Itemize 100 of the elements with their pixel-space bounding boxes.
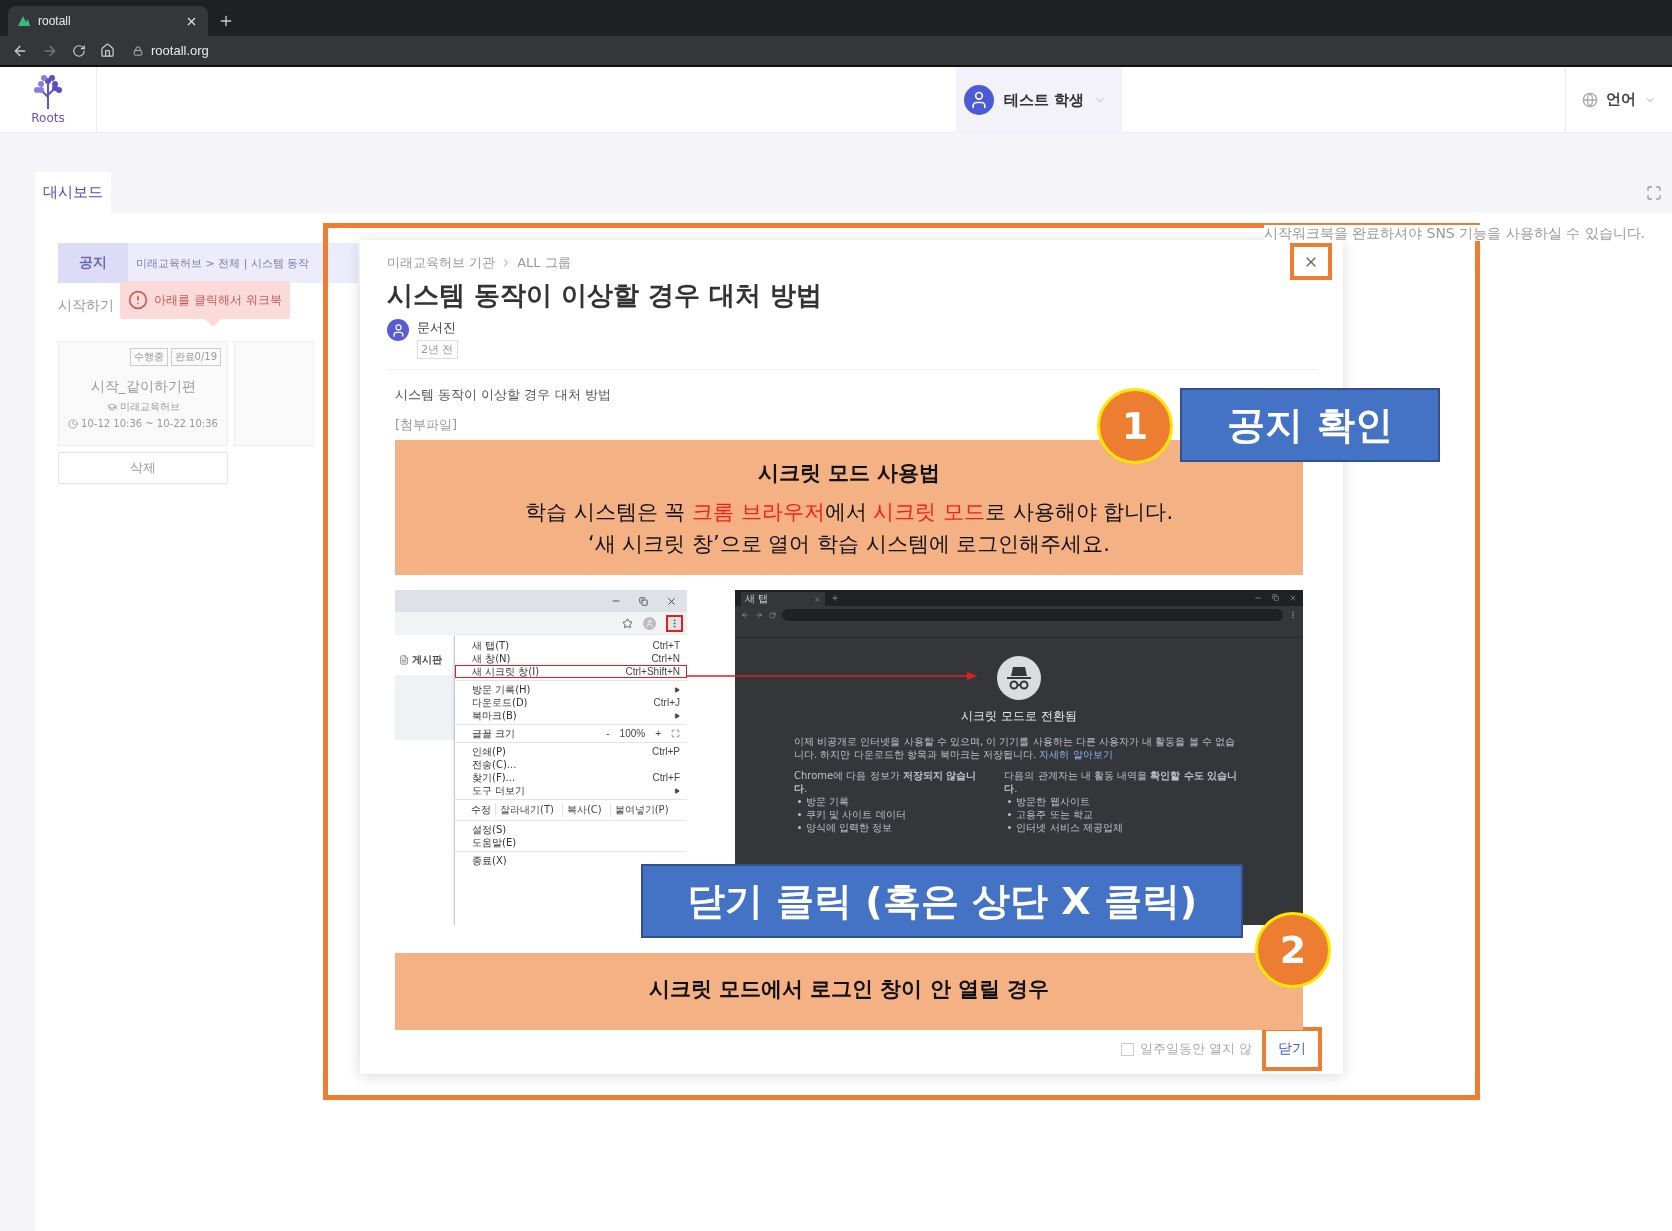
clock-icon	[68, 418, 79, 429]
board-icon	[399, 655, 409, 665]
close-button[interactable]: 닫기	[1262, 1027, 1322, 1071]
status-badge: 완료0/19	[170, 348, 221, 366]
restore-icon	[639, 596, 648, 606]
url-text[interactable]: rootall.org	[151, 43, 209, 58]
shortcut-text: Ctrl+T	[652, 640, 680, 651]
guide-heading: 시크릿 모드에서 로그인 창이 안 열릴 경우	[648, 975, 1050, 1003]
edit-action[interactable]: 붙여넣기(P)	[609, 803, 673, 817]
incognito-intro: 이제 비공개로 인터넷을 사용할 수 있으며, 이 기기를 사용하는 다른 사용자가 내 활동을 볼 수 없습니다. 하지만 다운로드한 항목과 북마크는 저장됩니다. 자세히 알아보기	[794, 735, 1236, 761]
list-item: 방문한 웹사이트	[1016, 795, 1090, 808]
lock-icon	[133, 45, 143, 56]
page-background	[395, 675, 454, 740]
menu-item[interactable]: 전송(C)...	[455, 758, 687, 771]
minimize-icon	[1254, 594, 1262, 602]
alert-icon	[128, 290, 148, 310]
card-org: 미래교육허브	[119, 400, 180, 414]
dashboard-tab[interactable]: 대시보드	[35, 172, 111, 213]
board-label: 게시판	[412, 653, 442, 667]
browser-tab[interactable]: rootall	[8, 6, 208, 36]
close-icon	[666, 595, 677, 607]
edit-action[interactable]: 잘라내기(T)	[495, 803, 558, 817]
time-badge: 2년 전	[417, 340, 458, 359]
callout-label: 닫기 클릭 (혹은 상단 X 클릭)	[641, 864, 1243, 938]
menu-label: 수정	[471, 803, 491, 817]
reload-icon[interactable]	[72, 43, 86, 58]
menu-item[interactable]: 종료(X)	[455, 854, 687, 867]
author-avatar-icon	[390, 322, 406, 338]
favicon-icon	[18, 16, 30, 26]
zoom-value: 100%	[619, 728, 646, 739]
bullet-icon	[1008, 813, 1012, 816]
bullet-icon	[798, 826, 801, 829]
globe-icon	[1582, 91, 1598, 108]
learn-more-link[interactable]: 자세히 알아보기	[1039, 749, 1113, 760]
tab-title: rootall	[38, 14, 72, 28]
fullscreen-icon[interactable]	[1646, 184, 1662, 201]
list-item: 방문 기록	[806, 795, 850, 808]
close-icon	[814, 595, 821, 603]
close-button[interactable]	[1290, 243, 1332, 280]
notice-title: 시스템 동작이 이상할 경우 대처 방법	[387, 279, 823, 312]
guide-heading: 시크릿 모드 사용법	[757, 459, 941, 487]
author-name: 문서진	[417, 319, 457, 337]
checkbox[interactable]	[1120, 1042, 1134, 1056]
section-title: 시작하기	[58, 297, 114, 315]
menu-item[interactable]: 새 시크릿 창(I) Ctrl+Shift+N	[455, 665, 687, 678]
submenu-arrow-icon	[674, 712, 680, 719]
menu-item[interactable]: 인쇄(P) Ctrl+P	[455, 745, 687, 758]
more-menu-button[interactable]	[666, 615, 683, 632]
more-icon	[1289, 611, 1297, 619]
reload-icon	[769, 611, 776, 619]
submenu-arrow-icon	[674, 686, 680, 693]
menu-item[interactable]: 새 탭(T) Ctrl+T	[455, 639, 687, 652]
shortcut-text: Ctrl+Shift+N	[625, 666, 680, 677]
fullscreen-icon[interactable]	[671, 729, 680, 738]
list-item: 고용주 또는 학교	[1016, 808, 1093, 821]
forward-icon	[755, 611, 763, 619]
notice-text: 미래교육허브 > 전체 | 시스템 동작	[135, 255, 310, 271]
notice-bar[interactable]: 공지 미래교육허브 > 전체 | 시스템 동작	[58, 243, 358, 283]
list-item: 인터넷 서비스 제공업체	[1016, 821, 1123, 834]
card-title: 시작_같이하기편	[90, 378, 196, 396]
bullet-icon	[798, 813, 801, 816]
list-item: 쿠키 및 사이트 데이터	[806, 808, 906, 821]
edit-action[interactable]: 복사(C)	[561, 803, 606, 817]
shortcut-text: Ctrl+P	[651, 746, 680, 757]
restore-icon	[1272, 594, 1279, 601]
menu-item[interactable]: 도구 더보기	[455, 784, 687, 797]
menu-item[interactable]: 방문 기록(H)	[455, 683, 687, 696]
menu-item[interactable]: 북마크(B)	[455, 709, 687, 722]
card-period: 10-12 10:36 ~ 10-22 10:36	[81, 418, 218, 429]
zoom-out-button[interactable]: -	[604, 728, 612, 739]
profile-icon	[645, 619, 654, 628]
user-menu[interactable]: 테스트 학생	[955, 67, 1122, 133]
menu-item[interactable]: 새 창(N) Ctrl+N	[455, 652, 687, 665]
notice-label: 공지	[58, 243, 128, 283]
incognito-icon	[997, 656, 1041, 700]
back-icon	[741, 611, 749, 619]
list-item: 양식에 입력한 정보	[806, 821, 893, 834]
bullet-icon	[1008, 826, 1012, 829]
menu-item[interactable]: 찾기(F)... Ctrl+F	[455, 771, 687, 784]
zoom-in-button[interactable]: +	[653, 728, 663, 739]
menu-item[interactable]: 도움말(E)	[455, 836, 687, 849]
close-icon	[1289, 594, 1297, 602]
callout-label: 공지 확인	[1180, 388, 1440, 462]
menu-item[interactable]: 다운로드(D) Ctrl+J	[455, 696, 687, 709]
guide-text: ‘새 시크릿 창’으로 열어 학습 시스템에 로그인해주세요.	[587, 530, 1111, 557]
bullet-icon	[1008, 800, 1012, 803]
notice-body: 시스템 동작이 이상할 경우 대처 방법	[395, 386, 611, 404]
bullet-icon	[798, 800, 801, 803]
submenu-arrow-icon	[674, 787, 680, 794]
new-tab-button[interactable]	[218, 13, 234, 29]
status-badge: 수행중	[129, 348, 168, 366]
shortcut-text: Ctrl+N	[651, 653, 680, 664]
checkbox-label: 일주일동안 열지 않	[1139, 1040, 1252, 1058]
menu-item[interactable]: 설정(S)	[455, 823, 687, 836]
guide-text: 학습 시스템은 꼭 크롬 브라우저에서 시크릿 모드로 사용해야 합니다.	[524, 498, 1174, 525]
home-icon[interactable]	[100, 43, 115, 58]
incognito-heading: 시크릿 모드로 전환됨	[961, 708, 1077, 725]
sns-notice: 시작워크북을 완료하셔야 SNS 기능을 사용하실 수 있습니다.	[1263, 225, 1645, 241]
shortcut-text: Ctrl+J	[653, 697, 680, 708]
list-title: 다음의 관계자는 내 활동 내역을 확인할 수도 있습니다.	[1004, 769, 1239, 795]
